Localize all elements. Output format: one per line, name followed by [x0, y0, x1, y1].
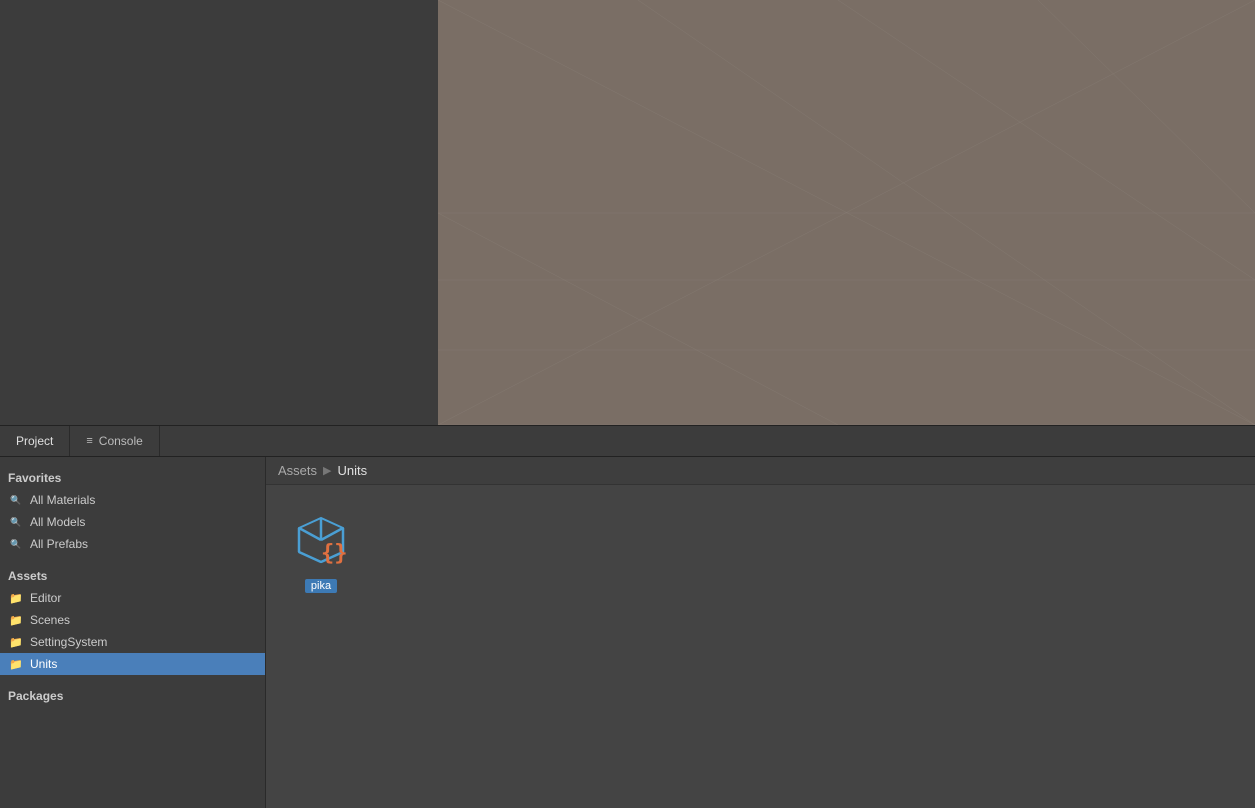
tab-project[interactable]: Project [0, 426, 70, 456]
folder-icon [8, 634, 24, 650]
folder-icon [8, 590, 24, 606]
viewport [438, 0, 1255, 425]
breadcrumb: Assets ▶ Units [266, 457, 1255, 485]
tab-bar: Project ≡ Console [0, 425, 1255, 457]
editor-label: Editor [30, 591, 61, 605]
sidebar-item-units[interactable]: Units [0, 653, 265, 675]
search-icon [8, 536, 24, 552]
sidebar-item-editor[interactable]: Editor [0, 587, 265, 609]
viewport-grid [438, 0, 1255, 425]
packages-label: Packages [0, 683, 265, 707]
favorites-label: Favorites [0, 465, 265, 489]
units-label: Units [30, 657, 57, 671]
folder-icon [8, 612, 24, 628]
sidebar-item-all-models[interactable]: All Models [0, 511, 265, 533]
file-icon-container: {} [286, 505, 356, 575]
project-tab-label: Project [16, 434, 53, 448]
sidebar: Favorites All Materials All Models All P… [0, 457, 266, 808]
file-label-pika: pika [305, 579, 337, 593]
setting-system-label: SettingSystem [30, 635, 107, 649]
console-icon: ≡ [86, 435, 92, 447]
scenes-label: Scenes [30, 613, 70, 627]
all-materials-label: All Materials [30, 493, 95, 507]
sidebar-item-scenes[interactable]: Scenes [0, 609, 265, 631]
search-icon [8, 492, 24, 508]
all-prefabs-label: All Prefabs [30, 537, 88, 551]
breadcrumb-assets[interactable]: Assets [278, 463, 317, 478]
sidebar-item-all-materials[interactable]: All Materials [0, 489, 265, 511]
search-icon [8, 514, 24, 530]
folder-icon [8, 656, 24, 672]
main-content: Assets ▶ Units [266, 457, 1255, 808]
tab-console[interactable]: ≡ Console [70, 426, 159, 456]
breadcrumb-units: Units [337, 463, 367, 478]
divider2 [0, 675, 265, 683]
prefab-script-icon: {} [289, 508, 353, 572]
sidebar-item-all-prefabs[interactable]: All Prefabs [0, 533, 265, 555]
left-panel [0, 0, 438, 425]
file-item-pika[interactable]: {} pika [282, 501, 360, 597]
console-tab-label: Console [99, 434, 143, 448]
bottom-section: Favorites All Materials All Models All P… [0, 457, 1255, 808]
svg-text:{}: {} [321, 541, 348, 566]
file-grid: {} pika [266, 485, 1255, 808]
top-section [0, 0, 1255, 425]
divider [0, 555, 265, 563]
all-models-label: All Models [30, 515, 85, 529]
breadcrumb-separator: ▶ [323, 464, 331, 477]
sidebar-item-setting-system[interactable]: SettingSystem [0, 631, 265, 653]
assets-label: Assets [0, 563, 265, 587]
